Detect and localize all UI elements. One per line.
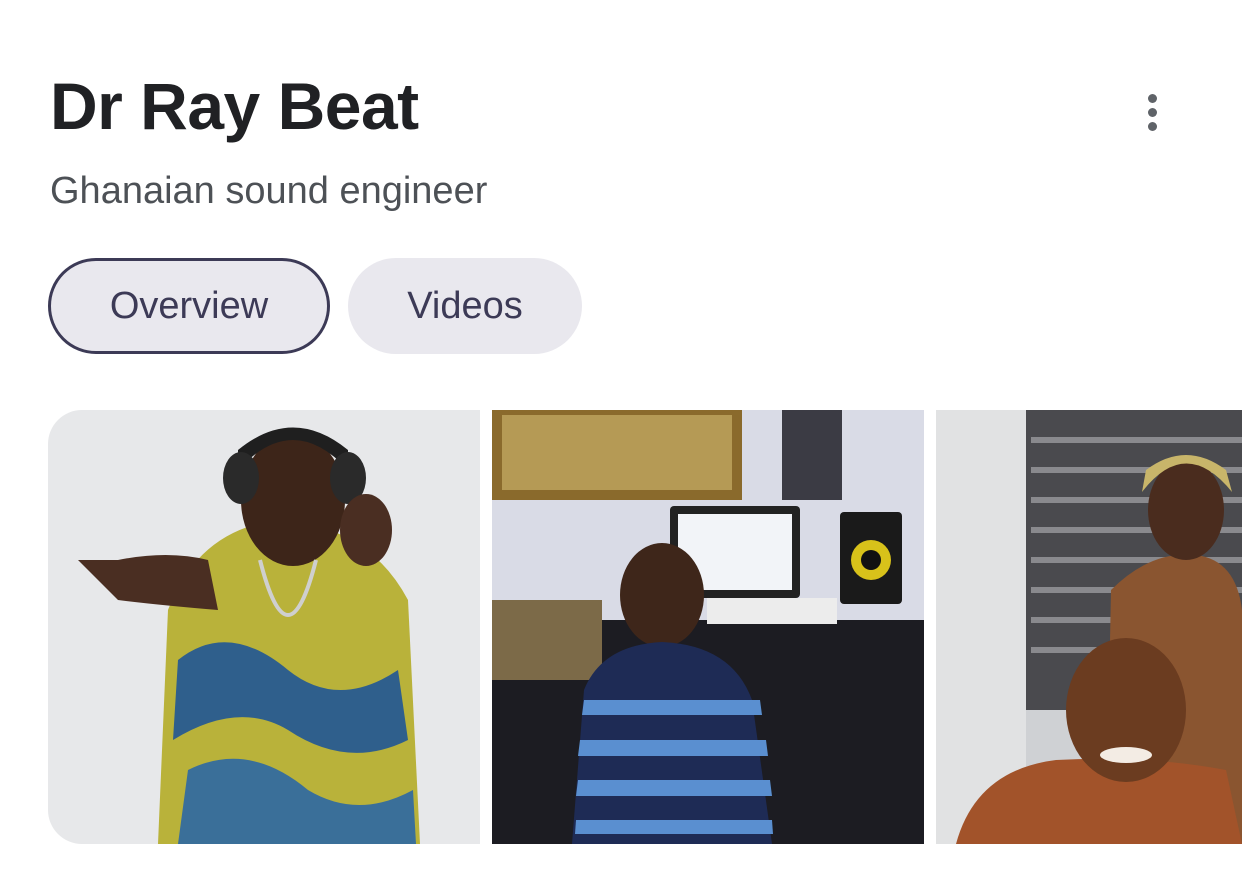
entity-title: Dr Ray Beat — [50, 69, 419, 143]
image-thumbnail-2[interactable] — [492, 410, 924, 844]
more-vert-icon — [1147, 93, 1157, 103]
tab-videos[interactable]: Videos — [348, 258, 582, 354]
image-thumbnail-3[interactable] — [936, 410, 1242, 844]
tab-overview[interactable]: Overview — [48, 258, 330, 354]
more-vert-icon-dot — [1147, 107, 1157, 117]
more-options-button[interactable] — [1126, 86, 1178, 138]
entity-subtitle: Ghanaian sound engineer — [50, 170, 488, 212]
image-thumbnail-1[interactable] — [48, 410, 480, 844]
more-vert-icon-dot — [1147, 121, 1157, 131]
